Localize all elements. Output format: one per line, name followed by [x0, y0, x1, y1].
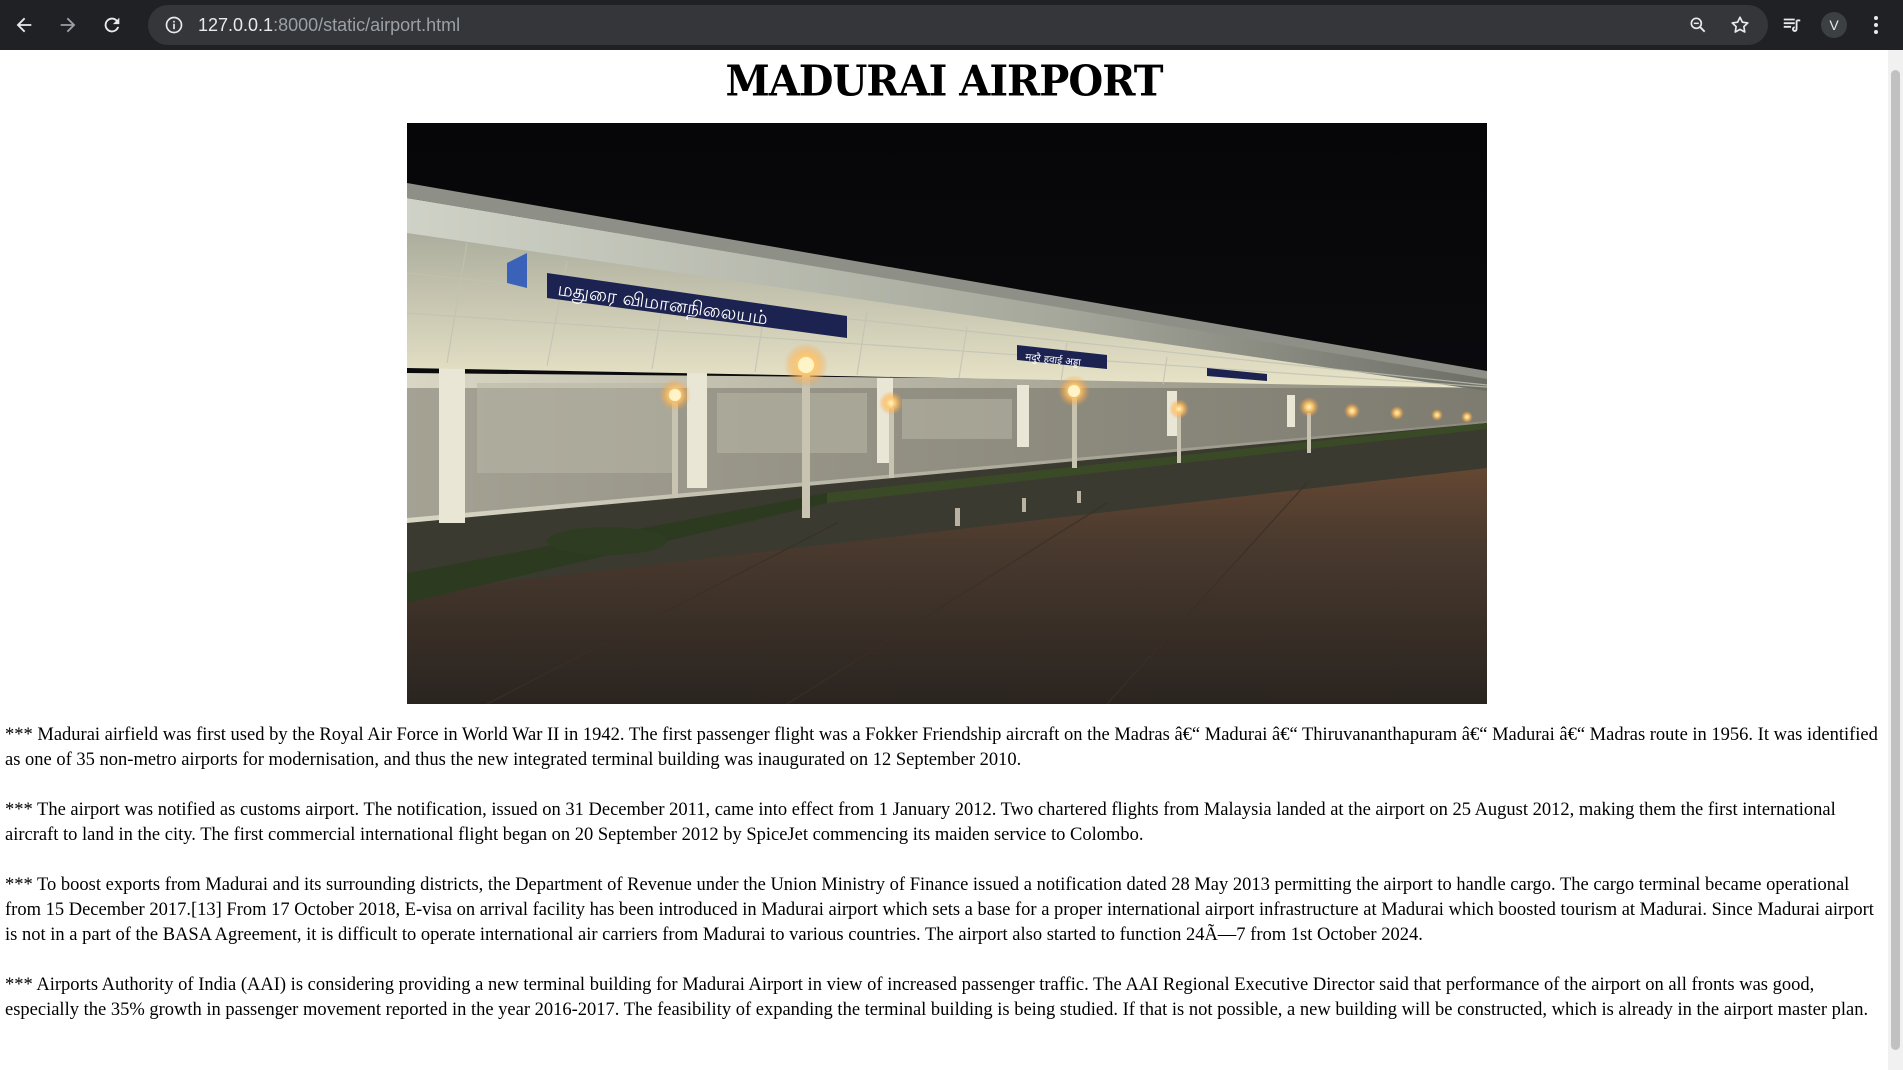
paragraph-cargo: *** To boost exports from Madurai and it… [5, 875, 1874, 945]
zoom-icon [1690, 17, 1706, 33]
airport-terminal-image: மதுரை விமானநிலையம் मदुरै हवाई अड्डा [407, 123, 1487, 704]
address-bar[interactable]: 127.0.0.1:8000/static/airport.html [148, 5, 1768, 45]
paragraph-history: *** Madurai airfield was first used by t… [5, 725, 1878, 770]
avatar: V [1821, 12, 1847, 38]
back-button[interactable] [4, 5, 44, 45]
info-icon [165, 16, 183, 34]
paragraph-expansion: *** Airports Authority of India (AAI) is… [5, 975, 1869, 1020]
url-host: 127.0.0.1 [198, 14, 274, 35]
arrow-right-icon [60, 17, 76, 33]
browser-toolbar: 127.0.0.1:8000/static/airport.html V [0, 0, 1903, 50]
menu-button[interactable] [1861, 10, 1891, 40]
site-info-button[interactable] [154, 5, 194, 45]
arrow-left-icon [16, 17, 32, 33]
url-text[interactable]: 127.0.0.1:8000/static/airport.html [198, 15, 460, 36]
url-path: :8000/static/airport.html [273, 14, 461, 35]
page-viewport: MADURAI AIRPORT மதுரை விமானநிலையம் मदुरै… [0, 50, 1888, 1070]
bookmark-button[interactable] [1726, 11, 1754, 39]
star-icon [1731, 16, 1749, 33]
zoom-button[interactable] [1684, 11, 1712, 39]
profile-button[interactable]: V [1819, 10, 1849, 40]
media-queue-icon [1783, 18, 1801, 32]
article-content: *** Madurai airfield was first used by t… [5, 723, 1885, 1048]
forward-button[interactable] [48, 5, 88, 45]
page-title: MADURAI AIRPORT [725, 56, 1163, 107]
airport-photo: மதுரை விமானநிலையம் मदुरै हवाई अड्डा [407, 123, 1487, 704]
reload-button[interactable] [92, 5, 132, 45]
paragraph-customs: *** The airport was notified as customs … [5, 800, 1836, 845]
scrollbar-thumb[interactable] [1891, 70, 1900, 1050]
media-queue-button[interactable] [1777, 10, 1807, 40]
reload-icon [104, 17, 120, 33]
more-vert-icon [1874, 16, 1878, 34]
page-scrollbar[interactable] [1888, 50, 1903, 1070]
